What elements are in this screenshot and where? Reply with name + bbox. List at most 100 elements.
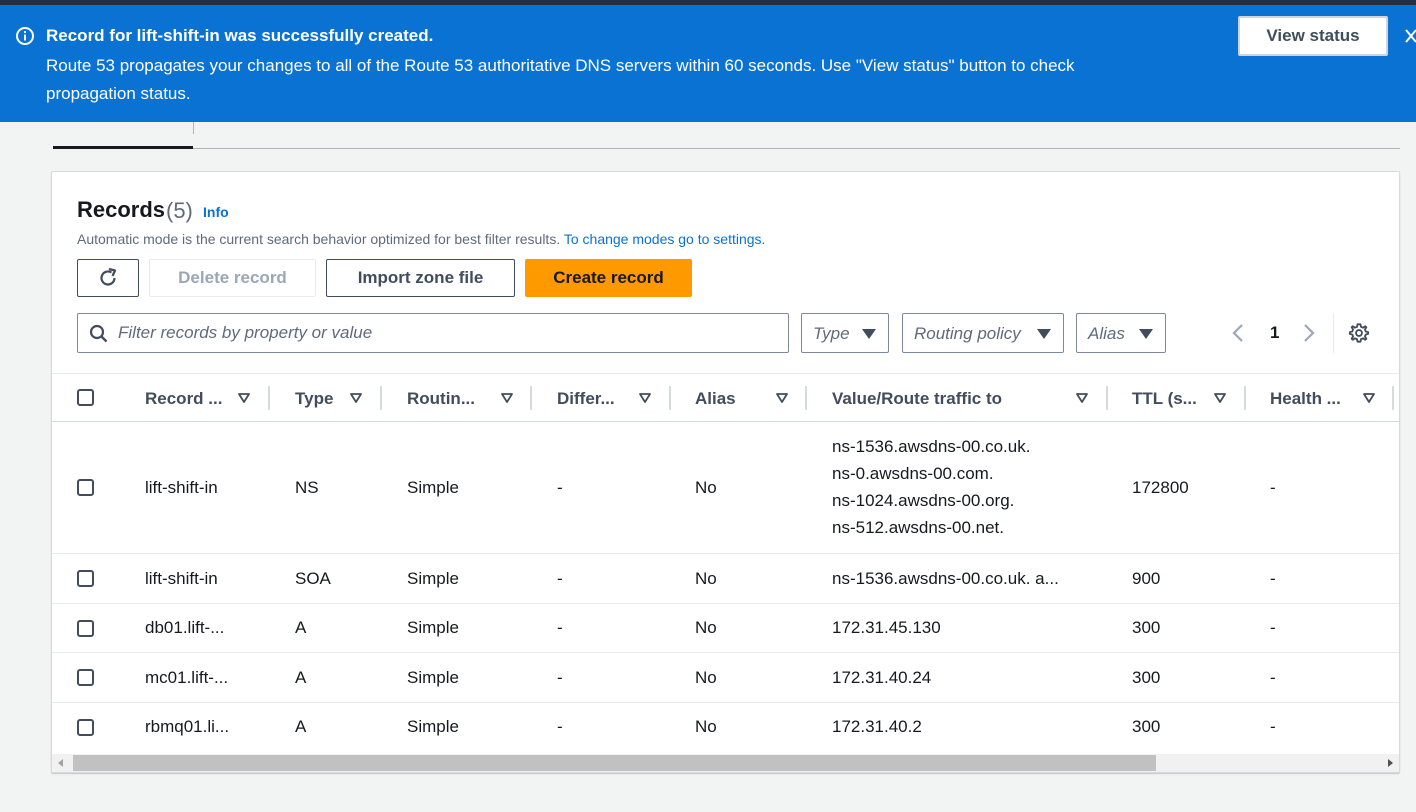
differentiator: -: [557, 668, 563, 687]
record-value: 172.31.40.2: [832, 717, 922, 736]
alias-value: No: [695, 668, 717, 687]
table-row[interactable]: rbmq01.li... A Simple - No 172.31.40.2 3…: [52, 703, 1399, 753]
refresh-button[interactable]: [77, 259, 139, 297]
info-circle-icon: [16, 27, 34, 45]
success-flash-banner: Record for lift-shift-in was successfull…: [0, 5, 1416, 122]
scroll-left-arrow-icon[interactable]: [58, 759, 63, 767]
record-name: mc01.lift-...: [145, 668, 229, 687]
column-header-health-check[interactable]: Health ...: [1270, 374, 1397, 422]
value-line: ns-1024.awsdns-00.org.: [832, 491, 1015, 510]
column-resize-handle[interactable]: [1106, 386, 1108, 410]
delete-record-button[interactable]: Delete record: [149, 259, 316, 297]
record-name: lift-shift-in: [145, 569, 218, 588]
column-resize-handle[interactable]: [530, 386, 532, 410]
column-label: Routin...: [407, 389, 475, 408]
health-check: -: [1270, 478, 1276, 497]
flash-message: Route 53 propagates your changes to all …: [46, 56, 1075, 103]
alias-filter-select[interactable]: Alias: [1076, 313, 1166, 353]
flash-title: Record for lift-shift-in was successfull…: [46, 26, 434, 45]
routing-filter-label: Routing policy: [914, 324, 1021, 343]
caret-down-icon: [1139, 329, 1153, 339]
sort-caret-icon: [238, 393, 250, 403]
record-value: ns-1536.awsdns-00.co.uk. a...: [832, 569, 1059, 588]
ttl-value: 172800: [1132, 478, 1189, 497]
ttl-value: 300: [1132, 668, 1161, 687]
scrollbar-thumb[interactable]: [73, 755, 1156, 771]
scroll-right-arrow-icon[interactable]: [1388, 759, 1393, 767]
column-header-routing-policy[interactable]: Routin...: [407, 374, 537, 422]
search-mode-description: Automatic mode is the current search beh…: [77, 231, 765, 247]
chevron-right-icon[interactable]: [1301, 322, 1317, 344]
column-resize-handle[interactable]: [380, 386, 382, 410]
close-icon[interactable]: [1404, 27, 1416, 45]
record-value: 172.31.40.24: [832, 668, 932, 687]
view-status-button[interactable]: View status: [1238, 16, 1388, 56]
record-value: 172.31.45.130: [832, 618, 941, 637]
tab-label-fragment: [330, 118, 390, 123]
tab-label-fragment: [146, 118, 168, 123]
settings-link[interactable]: To change modes go to settings.: [564, 231, 766, 247]
records-container: Records (5) Info Automatic mode is the c…: [51, 171, 1400, 773]
column-resize-handle[interactable]: [669, 386, 671, 410]
differentiator: -: [557, 717, 563, 736]
alias-value: No: [695, 717, 717, 736]
gear-icon[interactable]: [1348, 322, 1370, 344]
health-check: -: [1270, 569, 1276, 588]
table-row[interactable]: lift-shift-in SOA Simple - No ns-1536.aw…: [52, 554, 1399, 604]
column-header-record-name[interactable]: Record ...: [145, 374, 278, 422]
import-zone-file-button[interactable]: Import zone file: [326, 259, 515, 297]
type-filter-label: Type: [813, 324, 850, 343]
record-value: ns-1536.awsdns-00.co.uk. ns-0.awsdns-00.…: [832, 433, 1030, 541]
horizontal-scrollbar[interactable]: [52, 754, 1399, 772]
sort-caret-icon: [350, 393, 362, 403]
page-number[interactable]: 1: [1270, 323, 1279, 343]
column-header-differentiator[interactable]: Differ...: [557, 374, 675, 422]
type-filter-select[interactable]: Type: [801, 313, 889, 353]
column-resize-handle[interactable]: [1244, 386, 1246, 410]
differentiator: -: [557, 569, 563, 588]
record-type: NS: [295, 478, 319, 497]
differentiator: -: [557, 478, 563, 497]
row-checkbox[interactable]: [77, 669, 94, 686]
table-row[interactable]: lift-shift-in NS Simple - No ns-1536.aws…: [52, 422, 1399, 554]
alias-filter-label: Alias: [1088, 324, 1125, 343]
sort-caret-icon: [1363, 393, 1375, 403]
table-row[interactable]: db01.lift-... A Simple - No 172.31.45.13…: [52, 604, 1399, 653]
column-resize-handle[interactable]: [268, 386, 270, 410]
column-header-alias[interactable]: Alias: [695, 374, 810, 422]
health-check: -: [1270, 717, 1276, 736]
table-row[interactable]: mc01.lift-... A Simple - No 172.31.40.24…: [52, 653, 1399, 703]
search-icon: [89, 324, 108, 343]
record-type: A: [295, 717, 307, 736]
info-link[interactable]: Info: [203, 204, 229, 220]
create-record-button[interactable]: Create record: [525, 259, 692, 297]
row-checkbox[interactable]: [77, 479, 94, 496]
value-line: ns-1536.awsdns-00.co.uk.: [832, 437, 1031, 456]
ttl-value: 300: [1132, 618, 1161, 637]
column-resize-handle[interactable]: [1392, 386, 1394, 410]
ttl-value: 900: [1132, 569, 1161, 588]
column-resize-handle[interactable]: [805, 386, 807, 410]
select-all-checkbox[interactable]: [77, 389, 94, 406]
caret-down-icon: [1037, 329, 1051, 339]
column-header-ttl[interactable]: TTL (s...: [1132, 374, 1250, 422]
routing-policy-filter-select[interactable]: Routing policy: [902, 313, 1064, 353]
row-checkbox[interactable]: [77, 620, 94, 637]
column-header-type[interactable]: Type: [295, 374, 385, 422]
records-title: Records: [77, 197, 166, 222]
column-label: Value/Route traffic to: [832, 389, 1003, 408]
column-label: Alias: [695, 389, 736, 408]
records-count: (5): [166, 198, 193, 223]
search-input[interactable]: [118, 314, 778, 352]
ttl-value: 300: [1132, 717, 1161, 736]
records-table-header: Record ... Type Routin... Differ... Alia…: [52, 373, 1399, 422]
health-check: -: [1270, 618, 1276, 637]
routing-policy: Simple: [407, 668, 459, 687]
active-tab-indicator[interactable]: [53, 146, 193, 149]
row-checkbox[interactable]: [77, 719, 94, 736]
column-label: Type: [295, 389, 334, 408]
row-checkbox[interactable]: [77, 570, 94, 587]
chevron-left-icon[interactable]: [1230, 322, 1246, 344]
column-header-value[interactable]: Value/Route traffic to: [832, 374, 1112, 422]
refresh-icon: [100, 267, 117, 286]
